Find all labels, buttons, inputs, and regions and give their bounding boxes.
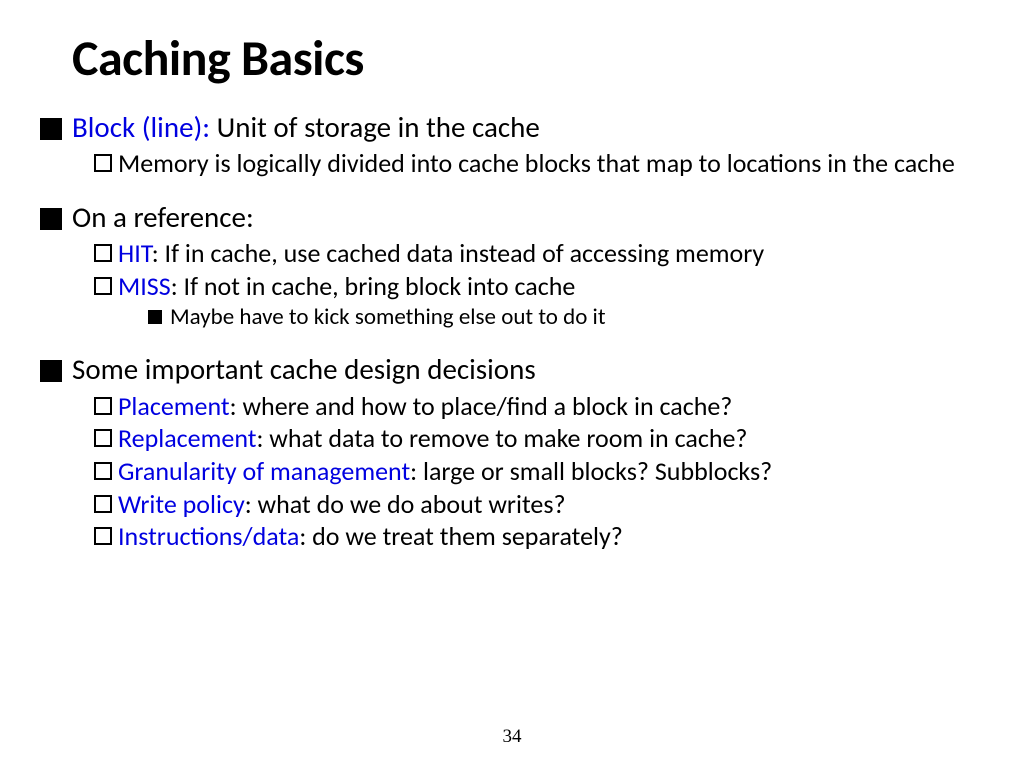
bullet-text: On a reference:: [72, 201, 254, 234]
subbullet-miss: MISS: If not in cache, bring block into …: [94, 271, 984, 302]
bullet-text: Block (line): Unit of storage in the cac…: [72, 111, 540, 144]
subbullet-text: Write policy: what do we do about writes…: [118, 489, 566, 520]
filled-square-icon: [40, 360, 62, 382]
subbullet-placement: Placement: where and how to place/find a…: [94, 391, 984, 422]
rest: : If in cache, use cached data instead o…: [152, 237, 765, 269]
rest: : where and how to place/find a block in…: [230, 390, 733, 422]
bullet-on-reference: On a reference:: [40, 201, 984, 234]
hollow-square-icon: [94, 277, 112, 295]
term: Instructions/data: [118, 520, 299, 552]
subbullet-instructions-data: Instructions/data: do we treat them sepa…: [94, 521, 984, 552]
term: Placement: [118, 390, 230, 422]
filled-square-icon: [40, 118, 62, 140]
term: Block (line):: [72, 109, 210, 145]
subbullet-text: MISS: If not in cache, bring block into …: [118, 271, 575, 302]
bullet-text: Some important cache design decisions: [72, 353, 536, 386]
filled-square-icon: [148, 310, 162, 324]
page-number: 34: [0, 726, 1024, 748]
subbullet-text: Memory is logically divided into cache b…: [118, 148, 955, 179]
rest: : what do we do about writes?: [245, 488, 566, 520]
slide: Caching Basics Block (line): Unit of sto…: [0, 0, 1024, 768]
term: MISS: [118, 270, 171, 302]
term: Replacement: [118, 422, 256, 454]
filled-square-icon: [40, 208, 62, 230]
subsubbullet-text: Maybe have to kick something else out to…: [170, 304, 606, 332]
bullet-design-decisions: Some important cache design decisions: [40, 353, 984, 386]
slide-title: Caching Basics: [72, 28, 984, 89]
subbullet-text: HIT: If in cache, use cached data instea…: [118, 238, 764, 269]
subbullet-text: Instructions/data: do we treat them sepa…: [118, 521, 623, 552]
hollow-square-icon: [94, 495, 112, 513]
hollow-square-icon: [94, 154, 112, 172]
bullet-block-line: Block (line): Unit of storage in the cac…: [40, 111, 984, 144]
rest: : what data to remove to make room in ca…: [256, 422, 747, 454]
hollow-square-icon: [94, 397, 112, 415]
hollow-square-icon: [94, 527, 112, 545]
hollow-square-icon: [94, 244, 112, 262]
subsubbullet-kick-out: Maybe have to kick something else out to…: [148, 304, 984, 332]
subbullet-granularity: Granularity of management: large or smal…: [94, 456, 984, 487]
subbullet-replacement: Replacement: what data to remove to make…: [94, 423, 984, 454]
hollow-square-icon: [94, 429, 112, 447]
subbullet-memory-divided: Memory is logically divided into cache b…: [94, 148, 984, 179]
subbullet-text: Replacement: what data to remove to make…: [118, 423, 747, 454]
rest: Unit of storage in the cache: [210, 109, 540, 145]
term: Write policy: [118, 488, 245, 520]
rest: : If not in cache, bring block into cach…: [171, 270, 576, 302]
subbullet-text: Placement: where and how to place/find a…: [118, 391, 732, 422]
rest: : large or small blocks? Subblocks?: [410, 455, 772, 487]
rest: : do we treat them separately?: [299, 520, 623, 552]
subbullet-text: Granularity of management: large or smal…: [118, 456, 772, 487]
hollow-square-icon: [94, 462, 112, 480]
term: HIT: [118, 237, 152, 269]
subbullet-write-policy: Write policy: what do we do about writes…: [94, 489, 984, 520]
term: Granularity of management: [118, 455, 410, 487]
subbullet-hit: HIT: If in cache, use cached data instea…: [94, 238, 984, 269]
